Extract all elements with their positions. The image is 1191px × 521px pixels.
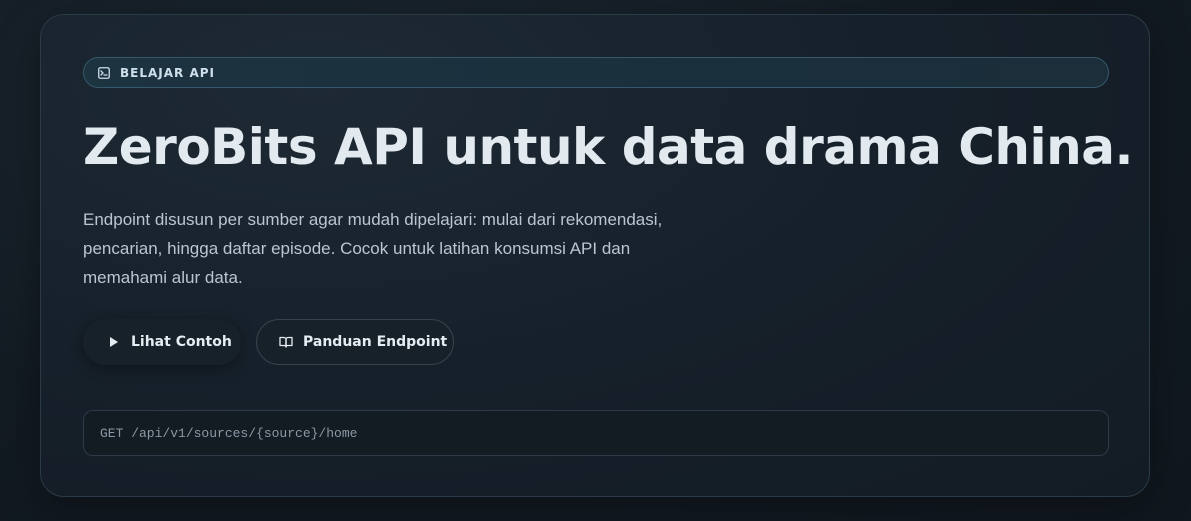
section-badge: BELAJAR API bbox=[83, 57, 1109, 88]
page-title: ZeroBits API untuk data drama China. bbox=[83, 118, 1133, 176]
hero-description: Endpoint disusun per sumber agar mudah d… bbox=[83, 210, 663, 287]
endpoint-path: GET /api/v1/sources/{source}/home bbox=[100, 425, 358, 441]
hero-card: BELAJAR API ZeroBits API untuk data dram… bbox=[40, 14, 1150, 497]
endpoint-guide-button[interactable]: Panduan Endpoint bbox=[256, 319, 454, 365]
endpoint-code-box: GET /api/v1/sources/{source}/home bbox=[83, 410, 1109, 456]
badge-label: BELAJAR API bbox=[120, 65, 215, 80]
play-icon bbox=[107, 335, 121, 349]
terminal-icon bbox=[98, 66, 110, 79]
view-example-label: Lihat Contoh bbox=[131, 334, 232, 350]
endpoint-guide-label: Panduan Endpoint bbox=[303, 334, 448, 350]
book-icon bbox=[279, 335, 293, 349]
view-example-button[interactable]: Lihat Contoh bbox=[83, 319, 241, 365]
